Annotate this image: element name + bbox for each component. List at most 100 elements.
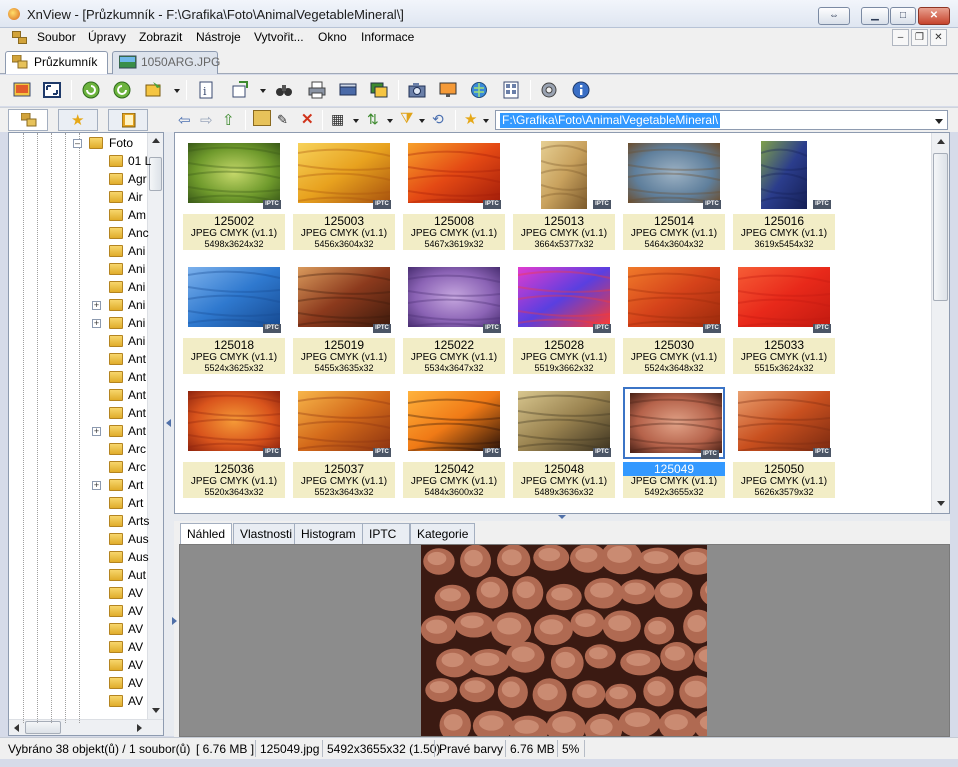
- menu-soubor[interactable]: Soubor: [37, 30, 76, 44]
- thumbnail-item[interactable]: IPTC 125028 JPEG CMYK (v1.1) 5519x3662x3…: [513, 263, 615, 377]
- tree-item[interactable]: AV: [9, 656, 149, 674]
- thumbnail-item[interactable]: IPTC 125014 JPEG CMYK (v1.1) 5464x3604x3…: [623, 139, 725, 253]
- web-button[interactable]: [467, 79, 491, 101]
- slideshow-button[interactable]: [142, 79, 166, 101]
- menu-zobrazit[interactable]: Zobrazit: [139, 30, 182, 44]
- tab-nahled[interactable]: Náhled: [180, 523, 233, 546]
- tree-item[interactable]: AV: [9, 674, 149, 692]
- tree-item[interactable]: Art: [9, 494, 149, 512]
- expand-icon[interactable]: +: [92, 319, 101, 328]
- thumbnail-item[interactable]: IPTC 125050 JPEG CMYK (v1.1) 5626x3579x3…: [733, 387, 835, 501]
- swap-window-button[interactable]: ⇔: [818, 7, 850, 25]
- convert-button[interactable]: [228, 79, 252, 101]
- view-mode-icon[interactable]: ▦: [331, 111, 344, 128]
- tab-vlastnosti[interactable]: Vlastnosti: [233, 523, 300, 545]
- find-button[interactable]: [272, 79, 296, 101]
- thumbnail-frame[interactable]: IPTC: [733, 263, 835, 335]
- contact-sheet-button[interactable]: [499, 79, 523, 101]
- thumbnail-item[interactable]: IPTC 125022 JPEG CMYK (v1.1) 5534x3647x3…: [403, 263, 505, 377]
- tree-item[interactable]: + Ani: [9, 314, 149, 332]
- collapse-icon[interactable]: –: [73, 139, 82, 148]
- expand-icon[interactable]: +: [92, 481, 101, 490]
- tree-item[interactable]: + Ant: [9, 422, 149, 440]
- thumbnail-item[interactable]: IPTC 125008 JPEG CMYK (v1.1) 5467x3619x3…: [403, 139, 505, 253]
- thumbnail-item[interactable]: IPTC 125042 JPEG CMYK (v1.1) 5484x3600x3…: [403, 387, 505, 501]
- mdi-close-button[interactable]: ✕: [930, 29, 947, 46]
- thumbnail-item[interactable]: IPTC 125013 JPEG CMYK (v1.1) 3664x5377x3…: [513, 139, 615, 253]
- tree-item-root[interactable]: – Foto: [9, 134, 149, 152]
- mdi-minimize-button[interactable]: –: [892, 29, 909, 46]
- thumbnail-item[interactable]: IPTC 125016 JPEG CMYK (v1.1) 3619x5454x3…: [733, 139, 835, 253]
- tree-item[interactable]: AV: [9, 602, 149, 620]
- browser-button[interactable]: [10, 79, 34, 101]
- screensaver-button[interactable]: [436, 79, 460, 101]
- refresh-button[interactable]: [79, 79, 103, 101]
- fullscreen-button[interactable]: [40, 79, 64, 101]
- print-button[interactable]: [305, 79, 329, 101]
- thumbnail-item[interactable]: IPTC 125002 JPEG CMYK (v1.1) 5498x3624x3…: [183, 139, 285, 253]
- address-path[interactable]: F:\Grafika\Foto\AnimalVegetableMineral\: [500, 113, 721, 128]
- thumbnail-item[interactable]: IPTC 125036 JPEG CMYK (v1.1) 5520x3643x3…: [183, 387, 285, 501]
- thumbnail-frame[interactable]: IPTC: [623, 387, 725, 459]
- minimize-button[interactable]: ▁: [861, 7, 889, 25]
- browser-scroll-thumb[interactable]: [933, 153, 948, 301]
- scanner-button[interactable]: [336, 79, 360, 101]
- thumbnail-item[interactable]: IPTC 125048 JPEG CMYK (v1.1) 5489x3636x3…: [513, 387, 615, 501]
- menu-vytvorit[interactable]: Vytvořit...: [254, 30, 304, 44]
- expand-icon[interactable]: +: [92, 301, 101, 310]
- explorer-menu-icon[interactable]: [12, 31, 28, 45]
- thumbnail-frame[interactable]: IPTC: [293, 387, 395, 459]
- tree-item[interactable]: Ani: [9, 332, 149, 350]
- thumbnail-frame[interactable]: IPTC: [513, 263, 615, 335]
- categories-panel-tab[interactable]: [108, 109, 148, 131]
- thumbnail-item[interactable]: IPTC 125019 JPEG CMYK (v1.1) 5455x3635x3…: [293, 263, 395, 377]
- thumbnail-frame[interactable]: IPTC: [733, 139, 835, 211]
- thumbnail-frame[interactable]: IPTC: [733, 387, 835, 459]
- thumbnail-frame[interactable]: IPTC: [623, 263, 725, 335]
- menu-upravy[interactable]: Úpravy: [88, 30, 126, 44]
- tab-iptc[interactable]: IPTC: [362, 523, 410, 545]
- expand-icon[interactable]: +: [92, 427, 101, 436]
- batch-button[interactable]: [367, 79, 391, 101]
- browser-vertical-scrollbar[interactable]: [931, 133, 949, 513]
- thumbnail-frame[interactable]: IPTC: [513, 139, 615, 211]
- delete-icon[interactable]: ✕: [301, 110, 314, 128]
- tab-image-file[interactable]: 1050ARG.JPG: [112, 51, 220, 74]
- mdi-restore-button[interactable]: ❐: [911, 29, 928, 46]
- thumbnail-item[interactable]: IPTC 125030 JPEG CMYK (v1.1) 5524x3648x3…: [623, 263, 725, 377]
- thumbnail-frame[interactable]: IPTC: [403, 387, 505, 459]
- tree-item[interactable]: AV: [9, 584, 149, 602]
- tree-item[interactable]: Ant: [9, 368, 149, 386]
- address-bar[interactable]: F:\Grafika\Foto\AnimalVegetableMineral\: [495, 110, 948, 130]
- filter-icon[interactable]: ⧩: [400, 110, 413, 127]
- tab-kategorie[interactable]: Kategorie: [410, 523, 476, 545]
- sort-icon[interactable]: ⇅: [367, 111, 379, 128]
- favorites-panel-tab[interactable]: ★: [58, 109, 98, 131]
- vertical-splitter[interactable]: [164, 132, 174, 736]
- tree-item[interactable]: + Ani: [9, 296, 149, 314]
- horizontal-splitter[interactable]: [174, 514, 950, 521]
- rotate-button[interactable]: [110, 79, 134, 101]
- folders-panel-tab[interactable]: [8, 109, 48, 131]
- forward-arrow-icon[interactable]: ⇨: [200, 111, 213, 129]
- thumbnail-item[interactable]: IPTC 125037 JPEG CMYK (v1.1) 5523x3643x3…: [293, 387, 395, 501]
- tree-item[interactable]: Arc: [9, 440, 149, 458]
- sync-icon[interactable]: ⟲: [432, 111, 444, 128]
- tree-vertical-scrollbar[interactable]: [147, 133, 163, 719]
- thumbnail-frame[interactable]: IPTC: [293, 263, 395, 335]
- thumbnail-frame[interactable]: IPTC: [513, 387, 615, 459]
- tree-item[interactable]: Aut: [9, 566, 149, 584]
- tree-item[interactable]: Ant: [9, 386, 149, 404]
- tree-item[interactable]: Ani: [9, 278, 149, 296]
- tree-item[interactable]: AV: [9, 638, 149, 656]
- up-folder-icon[interactable]: ⇧: [222, 111, 235, 129]
- rename-icon[interactable]: ✎: [277, 112, 288, 128]
- thumbnail-item[interactable]: IPTC 125003 JPEG CMYK (v1.1) 5456x3604x3…: [293, 139, 395, 253]
- tree-item[interactable]: AV: [9, 620, 149, 638]
- thumbnail-item[interactable]: IPTC 125033 JPEG CMYK (v1.1) 5515x3624x3…: [733, 263, 835, 377]
- address-dropdown-icon[interactable]: [935, 119, 943, 124]
- tree-horizontal-scrollbar[interactable]: [9, 719, 163, 735]
- thumbnail-frame[interactable]: IPTC: [293, 139, 395, 211]
- thumbnail-frame[interactable]: IPTC: [183, 263, 285, 335]
- capture-button[interactable]: [405, 79, 429, 101]
